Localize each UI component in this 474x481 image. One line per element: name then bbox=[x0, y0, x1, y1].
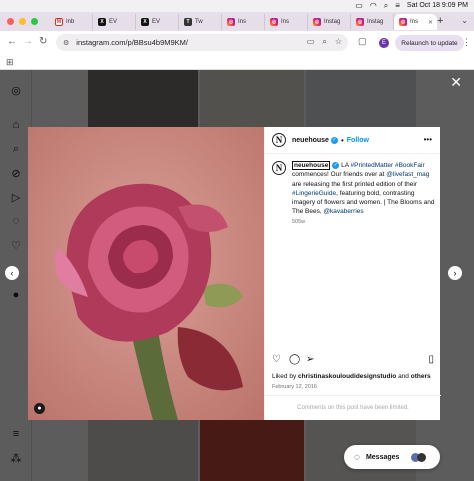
instagram-icon: ◎ bbox=[356, 18, 364, 26]
caption-text-segment: are releasing the first printed edition … bbox=[292, 180, 418, 188]
control-center-icon[interactable]: ≡ bbox=[395, 1, 400, 10]
follow-button[interactable]: Follow bbox=[347, 137, 369, 144]
caption-avatar[interactable]: N bbox=[272, 161, 286, 175]
relaunch-button[interactable]: Relaunch to update bbox=[395, 35, 464, 51]
post-image-rose: ● bbox=[28, 127, 264, 420]
save-bookmark-icon[interactable]: ▯ bbox=[428, 354, 434, 365]
profile-avatar[interactable]: E bbox=[379, 38, 389, 48]
datetime: Sat Oct 18 9:09 PM bbox=[406, 2, 468, 9]
previous-post-button[interactable]: ‹ bbox=[5, 266, 19, 280]
messages-label: Messages bbox=[365, 453, 400, 461]
separator-dot: • bbox=[340, 135, 344, 145]
post-sidebar: N neuehouse ✓ • Follow ••• N neuehouse ✓ … bbox=[264, 127, 441, 420]
instagram-icon: ◎ bbox=[399, 18, 407, 26]
liked-by-user[interactable]: christinaskouloudidesignstudio bbox=[298, 373, 396, 380]
bookmark-star-icon[interactable]: ☆ bbox=[335, 37, 342, 47]
apps-grid-icon[interactable]: ⊞ bbox=[6, 57, 14, 68]
caption-link[interactable]: #BookFair bbox=[395, 162, 425, 169]
x-icon: X bbox=[98, 18, 106, 26]
tab-instagram-3[interactable]: ◎ Instag bbox=[308, 14, 351, 30]
liked-by: Liked by christinaskouloudidesignstudio … bbox=[272, 373, 431, 380]
instagram-icon: ◎ bbox=[227, 18, 235, 26]
cast-icon[interactable]: ▭ bbox=[307, 37, 315, 47]
messages-button[interactable]: ◌ Messages bbox=[344, 445, 440, 469]
more-options-icon[interactable]: ••• bbox=[424, 135, 432, 144]
twitter-icon: T bbox=[184, 18, 192, 26]
caption-body: LA #PrintedMatter #BookFair commences! O… bbox=[292, 162, 434, 215]
close-window-button[interactable] bbox=[7, 18, 14, 25]
tab-instagram-1[interactable]: ◎ Ins bbox=[222, 14, 265, 30]
post-username[interactable]: neuehouse bbox=[292, 137, 329, 144]
x-icon: X bbox=[141, 18, 149, 26]
wifi-icon[interactable]: ◠ bbox=[370, 1, 377, 10]
close-modal-icon[interactable]: ✕ bbox=[450, 74, 462, 91]
post-header: N neuehouse ✓ • Follow ••• bbox=[265, 127, 440, 154]
url-input[interactable]: ⚙ instagram.com/p/BBsu4b9M9KM/ ▭ ⌕ ☆ bbox=[56, 34, 348, 51]
new-tab-button[interactable]: + bbox=[437, 15, 443, 27]
gmail-icon: M bbox=[55, 18, 63, 26]
message-avatars bbox=[411, 452, 427, 462]
share-icon[interactable]: ➢ bbox=[306, 354, 314, 365]
like-heart-icon[interactable]: ♡ bbox=[272, 354, 281, 365]
caption-text: neuehouse ✓ LA #PrintedMatter #BookFair c… bbox=[292, 161, 435, 217]
zoom-icon[interactable]: ⌕ bbox=[322, 37, 326, 47]
rose-illustration bbox=[28, 127, 264, 420]
tab-gmail[interactable]: M Inb bbox=[50, 14, 93, 30]
extensions-icon[interactable]: ▢ bbox=[358, 36, 367, 47]
maximize-window-button[interactable] bbox=[31, 18, 38, 25]
caption-text-segment: LA bbox=[339, 162, 351, 169]
post-actions: ♡ ◯ ➢ ▯ bbox=[272, 354, 434, 366]
caption-link[interactable]: #PrintedMatter bbox=[351, 162, 394, 169]
caption-age: 505w bbox=[292, 218, 306, 225]
caption-text-segment: commences! Our friends over at bbox=[292, 171, 387, 179]
tab-x-1[interactable]: X EV bbox=[93, 14, 136, 30]
messenger-icon: ◌ bbox=[354, 451, 360, 463]
close-tab-icon[interactable]: ✕ bbox=[428, 19, 433, 26]
caption-link[interactable]: @kavaberries bbox=[323, 208, 363, 215]
browser-tab-strip: M Inb X EV X EV T Tw ◎ Ins ◎ Ins ◎ Instag ◎ Inst… bbox=[0, 12, 474, 31]
instagram-icon: ◎ bbox=[313, 18, 321, 26]
tab-instagram-2[interactable]: ◎ Ins bbox=[265, 14, 308, 30]
caption-username[interactable]: neuehouse bbox=[292, 161, 331, 170]
post-modal: ● N neuehouse ✓ • Follow ••• N neuehouse… bbox=[28, 127, 441, 420]
macos-menu-bar: ▭ ◠ ⌕ ≡ Sat Oct 18 9:09 PM bbox=[0, 0, 474, 12]
window-controls bbox=[7, 18, 38, 25]
forward-button[interactable]: → bbox=[23, 36, 33, 47]
instagram-page: ◎ ⌂ ⌕ ⊘ ▷ ◌ ♡ ● ≡ ⁂ ✕ ‹ › bbox=[0, 70, 474, 481]
minimize-window-button[interactable] bbox=[19, 18, 26, 25]
url-text: instagram.com/p/BBsu4b9M9KM/ bbox=[76, 38, 188, 47]
post-date[interactable]: February 12, 2016 bbox=[272, 384, 317, 390]
next-post-button[interactable]: › bbox=[448, 266, 462, 280]
tab-instagram-4[interactable]: ◎ Instag bbox=[351, 14, 394, 30]
tab-x-2[interactable]: X EV bbox=[136, 14, 179, 30]
post-caption: N neuehouse ✓ LA #PrintedMatter #BookFair… bbox=[272, 161, 435, 225]
browser-menu-icon[interactable]: ⋮ bbox=[462, 37, 471, 48]
battery-icon[interactable]: ▭ bbox=[355, 1, 363, 10]
tab-instagram-active[interactable]: ◎ Ins ✕ bbox=[394, 14, 437, 30]
back-button[interactable]: ← bbox=[7, 36, 17, 47]
tagged-user-icon[interactable]: ● bbox=[34, 403, 45, 414]
comment-icon[interactable]: ◯ bbox=[289, 354, 300, 365]
address-toolbar: ← → ↻ ⚙ instagram.com/p/BBsu4b9M9KM/ ▭ ⌕… bbox=[0, 31, 474, 54]
liked-by-others[interactable]: others bbox=[411, 373, 431, 380]
verified-badge-icon: ✓ bbox=[330, 136, 338, 144]
instagram-icon: ◎ bbox=[270, 18, 278, 26]
tab-twitter[interactable]: T Tw bbox=[179, 14, 222, 30]
reload-button[interactable]: ↻ bbox=[39, 36, 47, 47]
comments-limited-notice: Comments on this post have been limited. bbox=[265, 395, 441, 420]
caption-link[interactable]: @livefast_mag bbox=[386, 171, 429, 178]
site-info-icon[interactable]: ⚙ bbox=[63, 39, 69, 47]
search-icon[interactable]: ⌕ bbox=[384, 1, 388, 10]
neuehouse-avatar[interactable]: N bbox=[272, 133, 286, 147]
bookmarks-bar: ⊞ bbox=[0, 54, 474, 70]
tab-search-chevron-icon[interactable]: ⌄ bbox=[461, 16, 468, 25]
caption-link[interactable]: #LingerieGuide bbox=[292, 190, 336, 197]
